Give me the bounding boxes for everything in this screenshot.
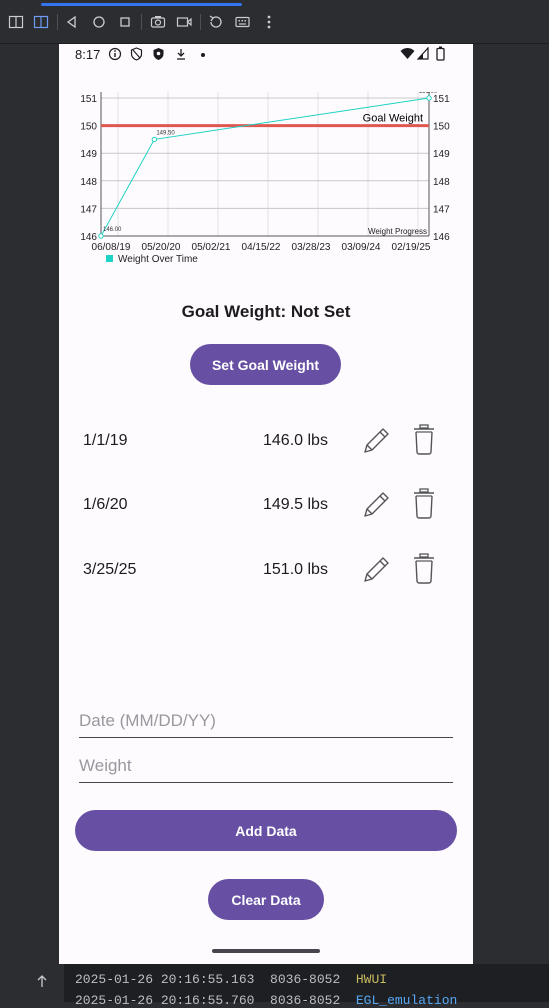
battery-icon xyxy=(436,46,445,64)
y-tick-label-left: 148 xyxy=(80,177,97,188)
toolbar-tab-indicator xyxy=(41,3,242,6)
weight-chart: 06/08/19 05/20/20 05/02/21 04/15/22 03/28/23… xyxy=(71,89,461,287)
logcat-gutter xyxy=(0,964,64,1002)
entry-weight: 151.0 lbs xyxy=(263,561,328,578)
entry-date: 1/1/19 xyxy=(83,432,128,449)
y-tick-label-left: 149 xyxy=(80,149,97,160)
weight-line-chart: 06/08/19 05/20/20 05/02/21 04/15/22 03/28/23… xyxy=(80,89,450,265)
data-point-label: 151.00 xyxy=(419,92,438,95)
home-icon[interactable] xyxy=(89,12,109,32)
edit-pencil-icon[interactable] xyxy=(359,422,393,456)
add-data-button[interactable]: Add Data xyxy=(75,810,457,851)
y-tick-label-right: 146 xyxy=(433,232,450,243)
x-tick-label: 03/09/24 xyxy=(342,242,381,253)
weight-input[interactable] xyxy=(79,750,453,783)
trash-icon[interactable] xyxy=(411,551,437,585)
y-tick-label-right: 151 xyxy=(433,94,450,105)
legend-label: Weight Over Time xyxy=(118,254,198,265)
entry-weight: 146.0 lbs xyxy=(263,432,328,449)
log-line: 2025-01-26 20:16:55.163 8036-8052 HWUI xyxy=(75,972,387,987)
y-tick-label-left: 147 xyxy=(80,204,97,215)
download-icon xyxy=(175,47,187,64)
log-timestamp: 2025-01-26 20:16:55.760 xyxy=(75,993,255,1008)
scroll-up-arrow-icon[interactable] xyxy=(36,974,48,992)
signal-icon xyxy=(416,46,429,63)
data-point-label: 149.50 xyxy=(156,130,175,136)
y-tick-label-right: 149 xyxy=(433,149,450,160)
trash-icon[interactable] xyxy=(411,486,437,520)
data-point xyxy=(98,233,104,239)
chart-description: Weight Progress xyxy=(368,227,427,236)
y-tick-label-right: 150 xyxy=(433,122,450,133)
x-tick-label: 06/08/19 xyxy=(92,242,131,253)
more-icon[interactable] xyxy=(259,12,279,32)
entry-row: 1/1/19 146.0 lbs xyxy=(59,422,473,462)
camera-icon[interactable] xyxy=(148,12,168,32)
y-tick-label-left: 146 xyxy=(80,232,97,243)
entry-date: 1/6/20 xyxy=(83,496,128,513)
rotate-icon[interactable] xyxy=(206,12,226,32)
date-input[interactable] xyxy=(79,705,453,738)
x-tick-label: 02/19/25 xyxy=(392,242,431,253)
log-tag: HWUI xyxy=(355,972,388,987)
edit-pencil-icon[interactable] xyxy=(359,486,393,520)
x-tick-label: 05/20/20 xyxy=(142,242,181,253)
phone-screen: 8:17 06/08/19 05/20/20 05/02/21 04/15/22 03/… xyxy=(59,44,473,964)
back-icon[interactable] xyxy=(62,12,82,32)
y-tick-label-left: 151 xyxy=(80,94,97,105)
shield-outline-icon xyxy=(130,47,143,64)
toolbar-separator xyxy=(200,14,201,30)
toolbar-separator xyxy=(141,14,142,30)
log-tag: EGL_emulation xyxy=(355,993,458,1008)
y-tick-label-right: 147 xyxy=(433,204,450,215)
video-icon[interactable] xyxy=(174,12,194,32)
entry-row: 3/25/25 151.0 lbs xyxy=(59,551,473,591)
emulator-toolbar xyxy=(0,0,549,44)
shield-filled-icon xyxy=(152,47,165,64)
gesture-nav-bar[interactable] xyxy=(212,949,320,953)
set-goal-weight-button[interactable]: Set Goal Weight xyxy=(190,344,341,385)
x-tick-label: 03/28/23 xyxy=(292,242,331,253)
data-point xyxy=(151,136,158,143)
split-left-icon[interactable] xyxy=(6,12,26,32)
goal-weight-text: Goal Weight: Not Set xyxy=(181,302,351,321)
data-point xyxy=(426,95,432,101)
overview-icon[interactable] xyxy=(115,12,135,32)
logcat-panel: 2025-01-26 20:16:55.163 8036-8052 HWUI 2… xyxy=(0,964,549,1008)
info-icon xyxy=(108,47,122,64)
edit-pencil-icon[interactable] xyxy=(359,551,393,585)
keyboard-icon[interactable] xyxy=(233,12,253,32)
split-right-icon[interactable] xyxy=(31,12,51,32)
entry-row: 1/6/20 149.5 lbs xyxy=(59,486,473,526)
log-pid: 8036-8052 xyxy=(270,993,341,1008)
clear-data-button[interactable]: Clear Data xyxy=(208,879,324,920)
entry-date: 3/25/25 xyxy=(83,561,137,578)
y-tick-label-right: 148 xyxy=(433,177,450,188)
log-line: 2025-01-26 20:16:55.760 8036-8052 EGL_em… xyxy=(75,993,457,1008)
notification-dot-icon xyxy=(201,53,205,57)
log-timestamp: 2025-01-26 20:16:55.163 xyxy=(75,972,255,987)
log-pid: 8036-8052 xyxy=(270,972,341,987)
goal-limit-label: Goal Weight xyxy=(363,113,423,125)
wifi-icon xyxy=(400,47,415,63)
data-point-label: 146.00 xyxy=(103,227,122,233)
y-tick-label-left: 150 xyxy=(80,122,97,133)
x-tick-label: 05/02/21 xyxy=(192,242,231,253)
legend-swatch xyxy=(106,255,113,262)
status-time: 8:17 xyxy=(75,47,101,62)
status-bar: 8:17 xyxy=(59,44,473,66)
trash-icon[interactable] xyxy=(411,422,437,456)
x-tick-label: 04/15/22 xyxy=(242,242,281,253)
toolbar-separator xyxy=(57,14,58,30)
entry-weight: 149.5 lbs xyxy=(263,496,328,513)
